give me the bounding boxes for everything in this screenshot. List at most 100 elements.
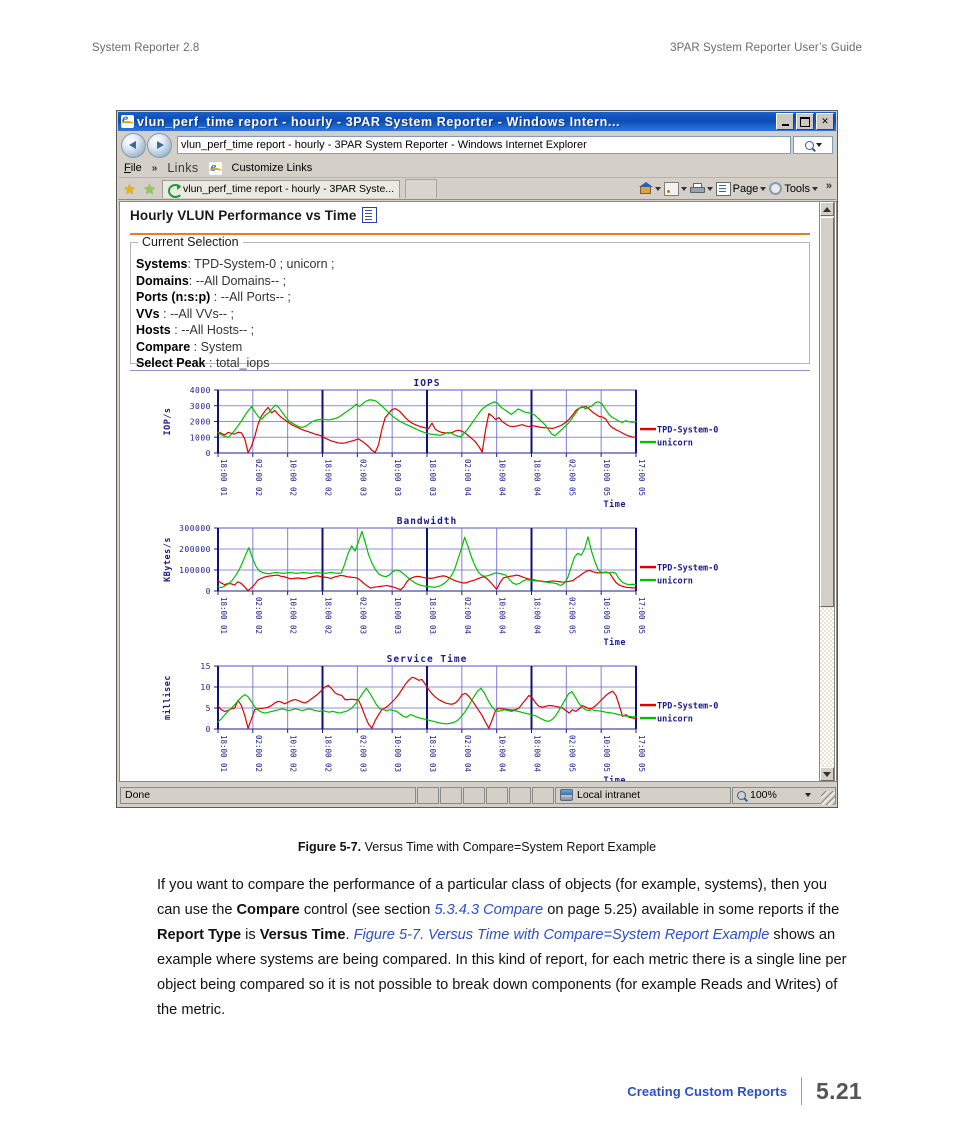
- page-content-area: Hourly VLUN Performance vs Time Current …: [119, 201, 837, 782]
- minimize-button[interactable]: [776, 113, 794, 130]
- page-running-header: System Reporter 2.8 3PAR System Reporter…: [0, 42, 954, 60]
- search-input[interactable]: [793, 136, 833, 154]
- svg-text:02: 02: [254, 763, 263, 772]
- status-cell: [440, 786, 462, 804]
- content-vertical-scrollbar[interactable]: [819, 201, 835, 782]
- resize-grip[interactable]: [821, 791, 835, 805]
- svg-text:TPD-System-0: TPD-System-0: [657, 564, 718, 574]
- cross-reference-link-compare[interactable]: 5.3.4.3 Compare: [434, 902, 543, 918]
- command-overflow-icon[interactable]: »: [826, 180, 832, 192]
- svg-text:02:00: 02:00: [567, 459, 576, 482]
- svg-text:18:00: 18:00: [428, 735, 437, 758]
- scrollbar-thumb[interactable]: [820, 217, 834, 607]
- svg-text:03: 03: [428, 763, 437, 772]
- selection-row-domains: Domains: --All Domains-- ;: [136, 273, 335, 290]
- scrollbar-track[interactable]: [820, 608, 834, 766]
- selection-sep: :: [187, 257, 191, 271]
- search-icon: [804, 140, 814, 150]
- address-input[interactable]: vlun_perf_time report - hourly - 3PAR Sy…: [177, 136, 791, 154]
- print-button[interactable]: [689, 182, 713, 195]
- svg-text:0: 0: [206, 725, 211, 734]
- svg-text:unicorn: unicorn: [657, 438, 693, 449]
- security-zone-label: Local intranet: [577, 789, 641, 801]
- svg-text:02:00: 02:00: [463, 459, 472, 482]
- svg-text:10:00: 10:00: [498, 597, 507, 620]
- chevron-down-icon[interactable]: [654, 186, 661, 191]
- svg-text:18:00: 18:00: [533, 735, 542, 758]
- feeds-button[interactable]: [663, 181, 687, 196]
- svg-text:15: 15: [200, 662, 211, 671]
- svg-text:0: 0: [206, 449, 211, 458]
- body-bold-report-type: Report Type: [157, 927, 242, 943]
- selection-sep: :: [188, 273, 193, 288]
- forward-button-icon[interactable]: [147, 132, 172, 158]
- selection-label: Select Peak: [136, 356, 206, 370]
- svg-text:10:00: 10:00: [289, 597, 298, 620]
- svg-text:02:00: 02:00: [358, 459, 367, 482]
- svg-text:18:00: 18:00: [219, 597, 228, 620]
- browser-tab[interactable]: vlun_perf_time report - hourly - 3PAR Sy…: [162, 179, 401, 198]
- chevron-down-icon[interactable]: [812, 186, 818, 191]
- svg-text:02: 02: [254, 487, 263, 496]
- internet-explorer-icon: [121, 115, 134, 128]
- close-button[interactable]: ✕: [816, 113, 834, 130]
- selection-value: System: [200, 339, 243, 354]
- new-tab-button[interactable]: [405, 179, 438, 198]
- page-menu-button[interactable]: Page: [715, 181, 767, 196]
- menu-overflow-icon[interactable]: »: [152, 163, 158, 174]
- svg-text:02:00: 02:00: [567, 735, 576, 758]
- menu-item-file[interactable]: FFileile: [124, 162, 142, 174]
- rss-feed-icon: [663, 181, 679, 196]
- svg-text:TPD-System-0: TPD-System-0: [657, 702, 718, 712]
- status-cell: [486, 786, 508, 804]
- page-footer: Creating Custom Reports 5.21: [627, 1077, 862, 1105]
- svg-text:17:00: 17:00: [637, 735, 646, 758]
- chart-service-time: Service Time 0 5 10 15 millisec 18:00 01 02:00 02…: [126, 652, 766, 781]
- maximize-button[interactable]: [796, 113, 814, 130]
- tools-menu-button[interactable]: Tools: [769, 182, 818, 195]
- svg-text:18:00: 18:00: [533, 459, 542, 482]
- body-paragraph: If you want to compare the performance o…: [157, 873, 854, 1023]
- browser-title-bar: vlun_perf_time report - hourly - 3PAR Sy…: [118, 112, 836, 131]
- browser-window: vlun_perf_time report - hourly - 3PAR Sy…: [116, 110, 838, 808]
- svg-text:02:00: 02:00: [463, 735, 472, 758]
- favorites-star-icon[interactable]: ★: [122, 182, 137, 196]
- svg-text:18:00: 18:00: [219, 735, 228, 758]
- svg-text:02:00: 02:00: [254, 735, 263, 758]
- svg-text:02: 02: [254, 625, 263, 634]
- report-document: Hourly VLUN Performance vs Time Current …: [120, 202, 820, 781]
- svg-text:IOPS: IOPS: [414, 378, 441, 389]
- home-button[interactable]: [638, 182, 661, 195]
- svg-text:03: 03: [358, 763, 367, 772]
- selection-sep: :: [213, 290, 218, 304]
- selection-label: Systems: [136, 257, 188, 271]
- links-bar-label: Links: [167, 161, 199, 175]
- chevron-down-icon[interactable]: [706, 186, 713, 191]
- svg-text:05: 05: [602, 625, 611, 634]
- chevron-down-icon[interactable]: [760, 186, 767, 191]
- chevron-down-icon[interactable]: [680, 186, 687, 191]
- selection-value: total_iops: [215, 356, 270, 370]
- link-customize-links[interactable]: Customize Links: [232, 162, 313, 174]
- figure-caption: Figure 5-7. Versus Time with Compare=Sys…: [0, 840, 954, 854]
- report-description-icon[interactable]: [362, 207, 378, 223]
- current-selection-list: Systems: TPD-System-0 ; unicorn ; Domain…: [136, 256, 335, 372]
- selection-value: --All Domains-- ;: [195, 273, 287, 288]
- svg-text:18:00: 18:00: [533, 597, 542, 620]
- cross-reference-link-figure[interactable]: Figure 5-7. Versus Time with Compare=Sys…: [354, 927, 770, 943]
- footer-page-number: 5.21: [816, 1077, 862, 1104]
- svg-text:02: 02: [324, 763, 333, 772]
- address-bar-row: vlun_perf_time report - hourly - 3PAR Sy…: [118, 132, 836, 158]
- security-zone[interactable]: Local intranet: [555, 786, 731, 804]
- svg-text:100000: 100000: [179, 566, 211, 575]
- svg-text:04: 04: [533, 487, 542, 497]
- svg-text:05: 05: [602, 763, 611, 772]
- svg-text:IOP/s: IOP/s: [163, 407, 173, 435]
- scroll-up-button[interactable]: [820, 202, 834, 216]
- chevron-down-icon[interactable]: [815, 143, 822, 147]
- scroll-down-button[interactable]: [820, 767, 834, 781]
- chevron-down-icon[interactable]: [804, 793, 811, 797]
- selection-label: Hosts: [136, 323, 171, 337]
- back-button-icon[interactable]: [121, 132, 146, 158]
- add-favorite-icon[interactable]: ★: [142, 182, 157, 196]
